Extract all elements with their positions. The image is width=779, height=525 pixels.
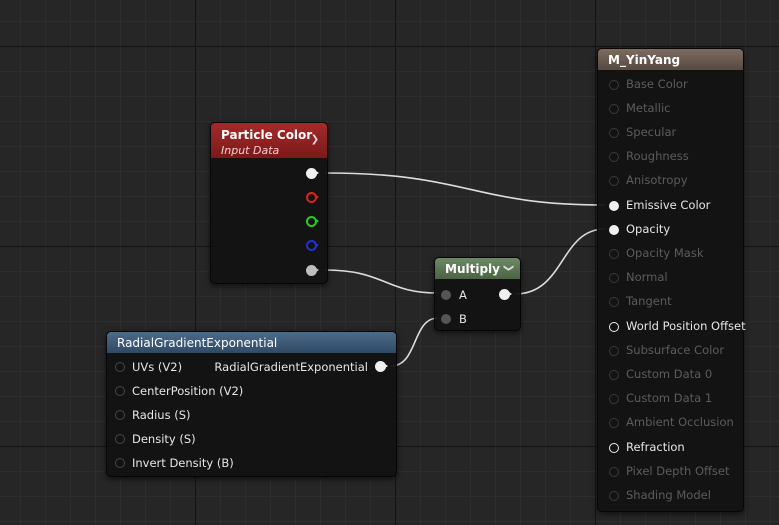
- tangent-pin[interactable]: [609, 297, 619, 307]
- refraction-pin[interactable]: [609, 443, 619, 453]
- multiply-input-b-pin[interactable]: [441, 314, 451, 324]
- metallic-pin[interactable]: [609, 104, 619, 114]
- particle-output-b-pin[interactable]: [306, 240, 319, 251]
- radial-input-centerposition-label: CenterPosition (V2): [132, 384, 244, 398]
- material-result-node[interactable]: M_YinYang Base Color Metallic Specular R…: [597, 48, 746, 512]
- radial-input-centerposition-pin[interactable]: [115, 386, 125, 396]
- base-color-pin[interactable]: [609, 80, 619, 90]
- particle-color-node[interactable]: Particle Color Input Data ❯: [210, 122, 328, 284]
- refraction-label: Refraction: [626, 440, 685, 454]
- material-result-title: M_YinYang: [608, 53, 681, 67]
- radial-output-pin[interactable]: [375, 361, 388, 372]
- tangent-label: Tangent: [626, 294, 672, 308]
- emissive-color-label: Emissive Color: [626, 198, 711, 212]
- normal-label: Normal: [626, 270, 668, 284]
- radial-input-invert-density-pin[interactable]: [115, 458, 125, 468]
- wire-particle-alpha-to-multiply-a: [324, 269, 439, 294]
- particle-output-r-pin[interactable]: [306, 192, 319, 203]
- multiply-input-a-label: A: [459, 288, 467, 302]
- radial-input-radius-pin[interactable]: [115, 410, 125, 420]
- particle-color-title: Particle Color: [221, 128, 313, 142]
- shading-model-label: Shading Model: [626, 488, 711, 502]
- pixel-depth-offset-label: Pixel Depth Offset: [626, 464, 730, 478]
- anisotropy-pin[interactable]: [609, 176, 619, 186]
- normal-pin[interactable]: [609, 273, 619, 283]
- pixel-depth-offset-pin[interactable]: [609, 467, 619, 477]
- particle-output-rgb-pin[interactable]: [306, 168, 319, 179]
- radial-input-density-label: Density (S): [132, 432, 196, 446]
- radial-gradient-title: RadialGradientExponential: [117, 336, 278, 350]
- wire-multiply-to-opacity: [514, 228, 606, 295]
- opacity-pin[interactable]: [609, 225, 619, 235]
- opacity-label: Opacity: [626, 222, 671, 236]
- multiply-title: Multiply: [445, 262, 500, 276]
- roughness-label: Roughness: [626, 149, 689, 163]
- radial-output-label: RadialGradientExponential: [214, 360, 368, 374]
- radial-input-radius-label: Radius (S): [132, 408, 191, 422]
- subsurface-color-pin[interactable]: [609, 346, 619, 356]
- world-position-offset-pin[interactable]: [609, 322, 619, 332]
- world-position-offset-label: World Position Offset: [626, 319, 746, 333]
- custom-data-1-label: Custom Data 1: [626, 391, 713, 405]
- subsurface-color-label: Subsurface Color: [626, 343, 725, 357]
- custom-data-1-pin[interactable]: [609, 394, 619, 404]
- custom-data-0-label: Custom Data 0: [626, 367, 713, 381]
- multiply-output-pin[interactable]: [499, 289, 512, 300]
- material-result-header[interactable]: M_YinYang: [598, 49, 743, 70]
- ambient-occlusion-pin[interactable]: [609, 418, 619, 428]
- chevron-down-icon[interactable]: ❯: [309, 134, 321, 146]
- radial-gradient-node[interactable]: RadialGradientExponential UVs (V2) Cente…: [106, 331, 397, 477]
- metallic-label: Metallic: [626, 101, 671, 115]
- shading-model-pin[interactable]: [609, 491, 619, 501]
- opacity-mask-label: Opacity Mask: [626, 246, 704, 260]
- multiply-input-a-pin[interactable]: [441, 290, 451, 300]
- multiply-header[interactable]: Multiply ❯: [435, 258, 520, 279]
- particle-color-header[interactable]: Particle Color Input Data ❯: [211, 123, 327, 158]
- anisotropy-label: Anisotropy: [626, 173, 688, 187]
- multiply-input-b-label: B: [459, 312, 467, 326]
- wire-particle-rgb-to-emissive: [324, 172, 606, 206]
- particle-output-a-pin[interactable]: [306, 265, 319, 276]
- radial-input-invert-density-label: Invert Density (B): [132, 456, 234, 470]
- wire-radial-to-multiply-b: [390, 317, 439, 367]
- particle-color-subtitle: Input Data: [221, 144, 280, 157]
- radial-input-uvs-label: UVs (V2): [132, 360, 183, 374]
- roughness-pin[interactable]: [609, 152, 619, 162]
- multiply-node[interactable]: Multiply ❯ A B: [434, 257, 521, 331]
- particle-output-g-pin[interactable]: [306, 216, 319, 227]
- radial-input-uvs-pin[interactable]: [115, 362, 125, 372]
- radial-gradient-header[interactable]: RadialGradientExponential: [107, 332, 396, 353]
- ambient-occlusion-label: Ambient Occlusion: [626, 415, 734, 429]
- opacity-mask-pin[interactable]: [609, 249, 619, 259]
- base-color-label: Base Color: [626, 77, 688, 91]
- specular-pin[interactable]: [609, 128, 619, 138]
- chevron-down-icon[interactable]: ❯: [502, 262, 514, 274]
- emissive-color-pin[interactable]: [609, 201, 619, 211]
- custom-data-0-pin[interactable]: [609, 370, 619, 380]
- radial-input-density-pin[interactable]: [115, 434, 125, 444]
- specular-label: Specular: [626, 125, 677, 139]
